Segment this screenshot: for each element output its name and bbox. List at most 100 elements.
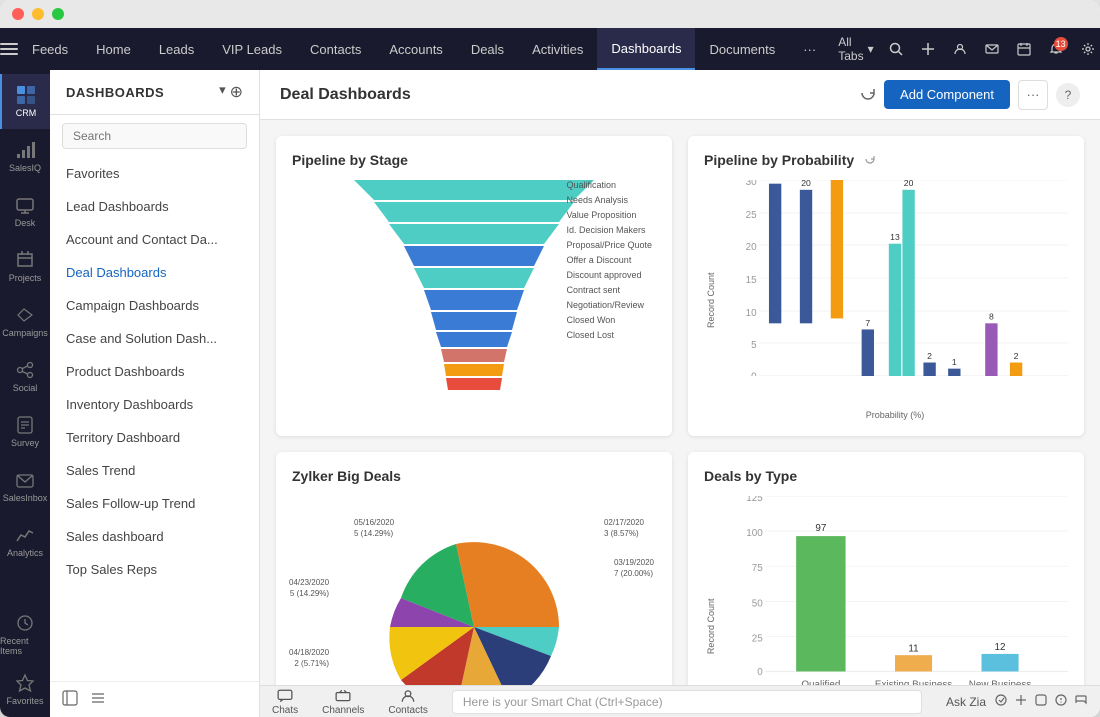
pipeline-by-stage-card: Pipeline by Stage [276, 136, 672, 436]
sidebar-item-survey[interactable]: Survey [0, 404, 50, 459]
bottom-tab-channels[interactable]: Channels [322, 688, 364, 716]
nav-item-favorites[interactable]: Favorites [50, 157, 259, 190]
hamburger-menu[interactable] [0, 28, 18, 70]
nav-item-campaign-dashboards[interactable]: Campaign Dashboards [50, 289, 259, 322]
nav-item-territory-dashboard[interactable]: Territory Dashboard [50, 421, 259, 454]
nav-item-case-solution[interactable]: Case and Solution Dash... [50, 322, 259, 355]
nav-tab-dashboards[interactable]: Dashboards [597, 28, 695, 70]
svg-text:New Business: New Business [969, 680, 1032, 685]
all-tabs-dropdown[interactable]: All Tabs ▾ [830, 31, 881, 67]
left-nav-dropdown-icon[interactable]: ▾ [219, 82, 226, 102]
sidebar-item-social[interactable]: Social [0, 349, 50, 404]
nav-item-top-sales-reps[interactable]: Top Sales Reps [50, 553, 259, 586]
svg-text:12: 12 [995, 642, 1006, 653]
nav-tab-vip-leads[interactable]: VIP Leads [208, 28, 296, 70]
left-nav-list-icon[interactable] [90, 690, 106, 709]
bottom-tab-chats-label: Chats [272, 705, 298, 716]
svg-text:20: 20 [746, 242, 758, 253]
settings-icon-btn[interactable] [1074, 35, 1100, 63]
zylker-big-deals-title: Zylker Big Deals [292, 468, 656, 484]
svg-text:50: 50 [752, 598, 763, 609]
page-title: Deal Dashboards [280, 86, 844, 104]
plus-icon-btn[interactable] [914, 35, 942, 63]
svg-text:15: 15 [746, 275, 758, 286]
add-component-button[interactable]: Add Component [884, 80, 1010, 109]
nav-item-product-dashboards[interactable]: Product Dashboards [50, 355, 259, 388]
svg-text:11: 11 [908, 643, 919, 654]
minimize-button[interactable] [32, 8, 44, 20]
nav-tab-deals[interactable]: Deals [457, 28, 518, 70]
nav-item-sales-followup[interactable]: Sales Follow-up Trend [50, 487, 259, 520]
chart-refresh-icon[interactable] [864, 152, 876, 168]
icon-sidebar: CRM SalesIQ Desk Projects Campaigns Soci… [0, 70, 50, 717]
nav-tab-feeds[interactable]: Feeds [18, 28, 82, 70]
ask-zia-section: Ask Zia [946, 693, 1088, 710]
zia-icon-5[interactable] [1074, 693, 1088, 710]
sidebar-label-salesinbox: SalesInbox [3, 493, 48, 503]
smart-chat-input[interactable]: Here is your Smart Chat (Ctrl+Space) [452, 690, 922, 714]
left-nav-add-icon[interactable]: ⊕ [230, 82, 243, 102]
nav-tab-activities[interactable]: Activities [518, 28, 597, 70]
svg-text:Existing Business: Existing Business [875, 680, 952, 685]
svg-text:13: 13 [890, 232, 900, 242]
sidebar-label-salesiq: SalesIQ [9, 163, 41, 173]
pipeline-by-stage-title: Pipeline by Stage [292, 152, 656, 168]
left-nav-header: DASHBOARDS ▾ ⊕ [50, 70, 259, 115]
nav-item-deal-dashboards[interactable]: Deal Dashboards [50, 256, 259, 289]
zia-icon-1[interactable] [994, 693, 1008, 710]
sidebar-label-survey: Survey [11, 438, 39, 448]
sidebar-item-favorites[interactable]: Favorites [0, 662, 50, 717]
svg-text:5: 5 [751, 340, 757, 351]
help-button[interactable]: ? [1056, 83, 1080, 107]
svg-text:1: 1 [952, 357, 957, 367]
zylker-big-deals-card: Zylker Big Deals [276, 452, 672, 685]
close-button[interactable] [12, 8, 24, 20]
left-nav-collapse-icon[interactable] [62, 690, 78, 709]
maximize-button[interactable] [52, 8, 64, 20]
dashboard-grid: Pipeline by Stage [260, 120, 1100, 685]
notification-icon-btn[interactable]: 13 [1042, 35, 1070, 63]
nav-tab-contacts[interactable]: Contacts [296, 28, 375, 70]
search-input[interactable] [62, 123, 247, 149]
zia-icon-2[interactable] [1014, 693, 1028, 710]
funnel-label-value: Value Proposition [566, 210, 652, 220]
sidebar-item-campaigns[interactable]: Campaigns [0, 294, 50, 349]
svg-text:30: 30 [746, 180, 758, 188]
user-icon-btn[interactable] [946, 35, 974, 63]
y-axis-label: Record Count [704, 180, 718, 420]
bottom-tab-chats[interactable]: Chats [272, 688, 298, 716]
sidebar-item-salesinbox[interactable]: SalesInbox [0, 459, 50, 514]
bottom-tab-contacts[interactable]: Contacts [388, 688, 427, 716]
more-options-button[interactable]: ··· [1018, 80, 1048, 110]
zia-icon-4[interactable] [1054, 693, 1068, 710]
nav-item-account-contact[interactable]: Account and Contact Da... [50, 223, 259, 256]
content-area: Deal Dashboards Add Component ··· ? Pipe… [260, 70, 1100, 717]
funnel-label-proposal: Proposal/Price Quote [566, 240, 652, 250]
pie-label-05-16: 05/16/20205 (14.29%) [354, 517, 394, 539]
zia-icon-3[interactable] [1034, 693, 1048, 710]
nav-item-inventory-dashboards[interactable]: Inventory Dashboards [50, 388, 259, 421]
search-icon-btn[interactable] [882, 35, 910, 63]
mail-icon-btn[interactable] [978, 35, 1006, 63]
svg-text:8: 8 [989, 312, 994, 322]
sidebar-item-salesiq[interactable]: SalesIQ [0, 129, 50, 184]
x-axis-label-probability: Probability (%) [722, 410, 1068, 420]
sidebar-item-recent[interactable]: Recent Items [0, 607, 50, 662]
nav-tab-leads[interactable]: Leads [145, 28, 208, 70]
nav-tab-more[interactable]: ··· [789, 28, 830, 70]
sidebar-item-analytics[interactable]: Analytics [0, 514, 50, 569]
nav-item-lead-dashboards[interactable]: Lead Dashboards [50, 190, 259, 223]
deals-by-type-chart: Record Count [704, 496, 1068, 685]
nav-tab-accounts[interactable]: Accounts [375, 28, 456, 70]
svg-text:Qualified: Qualified [801, 680, 840, 685]
sidebar-item-crm[interactable]: CRM [0, 74, 50, 129]
calendar-icon-btn[interactable] [1010, 35, 1038, 63]
sidebar-item-projects[interactable]: Projects [0, 239, 50, 294]
nav-item-sales-trend[interactable]: Sales Trend [50, 454, 259, 487]
pie-label-04-18: 04/18/20202 (5.71%) [289, 647, 329, 669]
refresh-icon[interactable] [860, 85, 876, 104]
sidebar-item-desk[interactable]: Desk [0, 184, 50, 239]
nav-tab-documents[interactable]: Documents [695, 28, 789, 70]
nav-item-sales-dashboard[interactable]: Sales dashboard [50, 520, 259, 553]
nav-tab-home[interactable]: Home [82, 28, 145, 70]
